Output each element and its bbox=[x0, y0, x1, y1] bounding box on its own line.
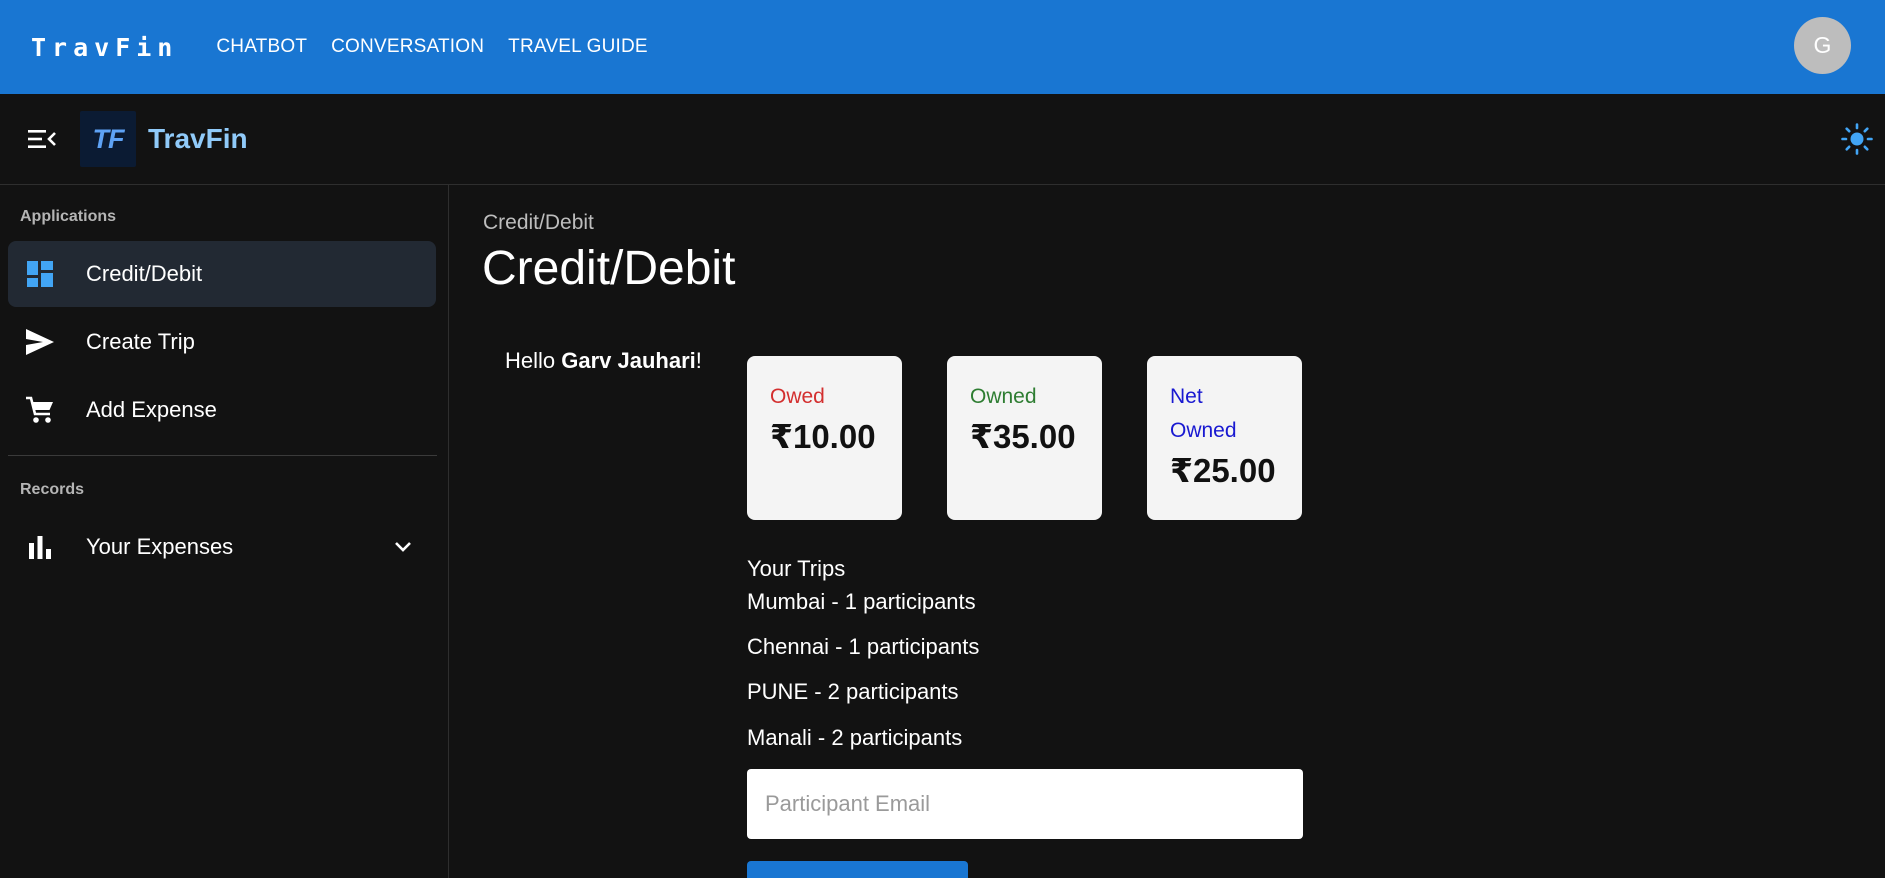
page-title: Credit/Debit bbox=[482, 242, 736, 295]
net-owned-card: Net Owned ₹25.00 bbox=[1147, 356, 1302, 520]
nav-conversation[interactable]: CONVERSATION bbox=[319, 30, 496, 64]
dashboard-icon bbox=[22, 256, 58, 292]
owed-value: ₹10.00 bbox=[770, 418, 876, 455]
sun-icon[interactable] bbox=[1839, 121, 1875, 157]
main-content: Credit/Debit Credit/Debit Hello Garv Jau… bbox=[450, 185, 1885, 878]
cart-icon bbox=[22, 392, 58, 428]
owed-card: Owed ₹10.00 bbox=[747, 356, 902, 520]
sidebar-item-add-expense[interactable]: Add Expense bbox=[8, 377, 436, 443]
app-name: TravFin bbox=[148, 123, 248, 154]
owned-card: Owned ₹35.00 bbox=[947, 356, 1102, 520]
trip-item: Chennai - 1 participants bbox=[747, 634, 980, 659]
top-navigation: CHATBOT CONVERSATION TRAVEL GUIDE bbox=[204, 30, 659, 64]
app-logo-text: TF bbox=[92, 123, 125, 154]
sidebar: Applications Credit/Debit Create Trip Ad… bbox=[0, 185, 449, 878]
net-owned-value: ₹25.00 bbox=[1170, 452, 1276, 489]
send-icon bbox=[22, 324, 58, 360]
app-logo: TF bbox=[80, 111, 136, 167]
top-app-bar: TravFin CHATBOT CONVERSATION TRAVEL GUID… bbox=[0, 0, 1885, 94]
sidebar-section-records: Records bbox=[20, 481, 85, 498]
trips-title: Your Trips bbox=[747, 556, 846, 581]
brand-logo[interactable]: TravFin bbox=[31, 33, 178, 62]
sidebar-item-create-trip[interactable]: Create Trip bbox=[8, 309, 436, 375]
user-avatar[interactable]: G bbox=[1794, 17, 1851, 74]
participant-email-input[interactable] bbox=[747, 769, 1303, 839]
greeting: Hello Garv Jauhari! bbox=[505, 348, 702, 374]
sidebar-item-label: Your Expenses bbox=[86, 534, 234, 559]
sidebar-item-your-expenses[interactable]: Your Expenses bbox=[8, 514, 436, 580]
menu-collapse-icon[interactable] bbox=[26, 123, 58, 155]
sidebar-item-credit-debit[interactable]: Credit/Debit bbox=[8, 241, 436, 307]
greeting-prefix: Hello bbox=[505, 348, 562, 373]
bar-chart-icon bbox=[22, 529, 58, 565]
trip-item: Mumbai - 1 participants bbox=[747, 589, 976, 614]
sidebar-item-label: Credit/Debit bbox=[86, 261, 203, 286]
sidebar-item-label: Create Trip bbox=[86, 329, 195, 354]
sidebar-item-label: Add Expense bbox=[86, 397, 217, 422]
breadcrumb[interactable]: Credit/Debit bbox=[483, 211, 594, 235]
sidebar-divider bbox=[8, 455, 437, 456]
owned-value: ₹35.00 bbox=[970, 418, 1076, 455]
owed-label: Owed bbox=[770, 385, 825, 408]
net-owned-label: Net Owned bbox=[1170, 385, 1237, 442]
chevron-down-icon[interactable] bbox=[390, 534, 416, 560]
user-name: Garv Jauhari bbox=[561, 348, 696, 373]
trip-item: Manali - 2 participants bbox=[747, 725, 963, 750]
add-participant-button[interactable] bbox=[747, 861, 968, 878]
sidebar-section-applications: Applications bbox=[20, 208, 117, 225]
trip-item: PUNE - 2 participants bbox=[747, 679, 959, 704]
owned-label: Owned bbox=[970, 385, 1037, 408]
nav-travel-guide[interactable]: TRAVEL GUIDE bbox=[496, 30, 660, 64]
app-header: TF TravFin bbox=[0, 94, 1885, 185]
greeting-suffix: ! bbox=[695, 348, 702, 373]
nav-chatbot[interactable]: CHATBOT bbox=[204, 30, 319, 64]
